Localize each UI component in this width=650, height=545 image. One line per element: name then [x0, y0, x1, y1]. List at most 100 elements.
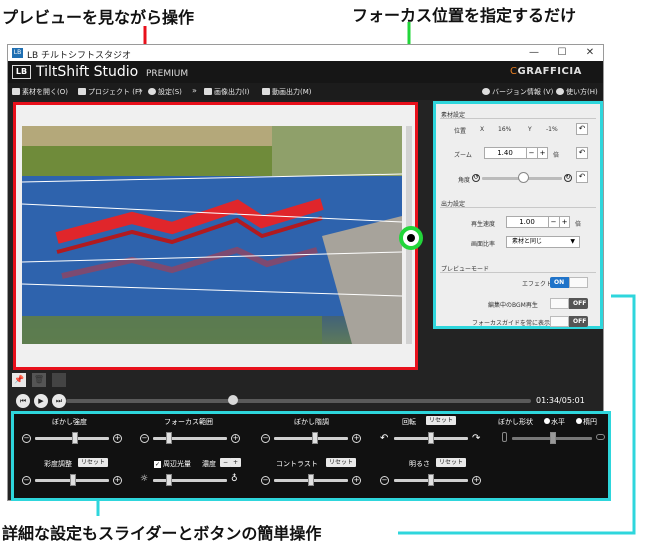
- menu-separator: »: [192, 86, 197, 95]
- saturation-reset-button[interactable]: リセット: [78, 458, 109, 467]
- help-icon: [556, 88, 564, 95]
- timeline-track[interactable]: [66, 399, 531, 403]
- blur-strength-plus-button[interactable]: +: [113, 434, 122, 443]
- blur-gradient-plus-button[interactable]: +: [352, 434, 361, 443]
- brightness-thumb[interactable]: [428, 474, 434, 486]
- window-title: LB チルトシフトスタジオ: [27, 51, 132, 61]
- zoom-reset-icon[interactable]: ↶: [576, 147, 588, 159]
- play-button[interactable]: ▶: [34, 394, 48, 408]
- blur-gradient-minus-button[interactable]: −: [261, 434, 270, 443]
- zoom-label: ズーム: [454, 152, 472, 159]
- saturation-thumb[interactable]: [70, 474, 76, 486]
- scene-foreground: [22, 316, 322, 344]
- brightness-reset-button[interactable]: リセット: [436, 458, 467, 467]
- menu-bar: 素材を開く(O) プロジェクト (F) » 設定(S) » 画像出力(I) 動画…: [8, 83, 603, 100]
- maximize-button[interactable]: ☐: [551, 46, 573, 60]
- menu-open-material[interactable]: 素材を開く(O): [12, 87, 68, 97]
- blur-gradient-slider[interactable]: [274, 437, 348, 440]
- contrast-minus-button[interactable]: −: [261, 476, 270, 485]
- rotation-reset-button[interactable]: リセット: [426, 416, 457, 425]
- menu-image-output[interactable]: 画像出力(I): [204, 87, 250, 97]
- skip-forward-button[interactable]: ⏭: [52, 394, 66, 408]
- rotate-ccw-icon[interactable]: ↶: [380, 433, 388, 444]
- shape-horizontal-radio[interactable]: 水平: [544, 417, 565, 427]
- brightness-minus-button[interactable]: −: [380, 476, 389, 485]
- angle-slider-thumb[interactable]: [518, 172, 529, 183]
- rotation-thumb[interactable]: [428, 432, 434, 444]
- tool-row: 📌 🗑: [12, 373, 82, 387]
- menu-open-label: 素材を開く(O): [22, 88, 68, 96]
- menu-version-info[interactable]: バージョン情報 (V): [482, 87, 553, 97]
- brightness-plus-button[interactable]: +: [472, 476, 481, 485]
- blur-strength-thumb[interactable]: [72, 432, 78, 444]
- saturation-plus-button[interactable]: +: [113, 476, 122, 485]
- blur-shape-label: ぼかし形状: [498, 418, 533, 426]
- focus-range-plus-button[interactable]: +: [231, 434, 240, 443]
- brand-name: TiltShift Studio: [36, 64, 139, 80]
- focus-point-handle[interactable]: [399, 226, 423, 250]
- grafficia-logo: CGRAFFICIA: [510, 66, 582, 77]
- vignette-slider[interactable]: [153, 479, 227, 482]
- focus-range-slider[interactable]: [153, 437, 227, 440]
- zoom-minus-button[interactable]: −: [526, 148, 536, 158]
- focus-guide-toggle[interactable]: OFF: [550, 316, 588, 327]
- effect-toggle-knob: [569, 277, 588, 288]
- contrast-reset-button[interactable]: リセット: [326, 458, 357, 467]
- focus-range-minus-button[interactable]: −: [140, 434, 149, 443]
- extra-tool-button[interactable]: [52, 373, 66, 387]
- preview-area[interactable]: [13, 102, 418, 370]
- aspect-ratio-label: 画面比率: [471, 241, 496, 248]
- blur-gradient-thumb[interactable]: [312, 432, 318, 444]
- zoom-stepper[interactable]: 1.40 − +: [484, 147, 548, 159]
- focus-point-dot: [407, 234, 415, 242]
- bgm-toggle[interactable]: OFF: [550, 298, 588, 309]
- menu-separator: »: [138, 86, 143, 95]
- rotate-right-icon[interactable]: ↻: [564, 174, 572, 182]
- position-label: 位置: [454, 128, 467, 135]
- angle-label: 角度: [458, 177, 471, 184]
- focus-range-thumb[interactable]: [166, 432, 172, 444]
- speed-plus-button[interactable]: +: [559, 217, 569, 227]
- delete-button[interactable]: 🗑: [32, 373, 46, 387]
- brand-bar: LB TiltShift Studio PREMIUM CGRAFFICIA: [8, 61, 603, 83]
- close-button[interactable]: ✕: [579, 46, 601, 60]
- brand-lb-logo: LB: [12, 65, 31, 79]
- vignette-thumb[interactable]: [166, 474, 172, 486]
- timeline-playhead[interactable]: [228, 395, 239, 405]
- bgm-toggle-state: OFF: [573, 300, 587, 307]
- skip-back-button[interactable]: ⏮: [16, 394, 30, 408]
- shape-horizontal-label: 水平: [551, 418, 565, 426]
- contrast-plus-button[interactable]: +: [352, 476, 361, 485]
- position-y-value: -1%: [546, 126, 558, 133]
- minimize-button[interactable]: —: [523, 46, 545, 60]
- position-reset-icon[interactable]: ↶: [576, 123, 588, 135]
- vignette-density-plus-button[interactable]: +: [230, 458, 242, 467]
- speed-minus-button[interactable]: −: [548, 217, 558, 227]
- menu-help[interactable]: 使い方(H): [556, 87, 598, 97]
- rotate-left-icon[interactable]: ↺: [472, 174, 480, 182]
- blur-strength-minus-button[interactable]: −: [22, 434, 31, 443]
- chevron-down-icon: ▼: [570, 238, 575, 245]
- blur-shape-thumb[interactable]: [550, 432, 556, 444]
- saturation-label: 彩度調整: [44, 460, 72, 468]
- effect-toggle[interactable]: ON: [550, 277, 588, 288]
- blur-gradient-label: ぼかし階調: [294, 418, 329, 426]
- shape-wide-icon: [596, 434, 605, 440]
- menu-video-output-label: 動画出力(M): [272, 88, 312, 96]
- menu-video-output[interactable]: 動画出力(M): [262, 87, 312, 97]
- preview-image[interactable]: [22, 126, 402, 344]
- angle-reset-icon[interactable]: ↶: [576, 171, 588, 183]
- menu-settings[interactable]: 設定(S): [148, 87, 182, 97]
- rotate-cw-icon[interactable]: ↷: [472, 433, 480, 444]
- playback-speed-stepper[interactable]: 1.00 − +: [506, 216, 570, 228]
- aspect-ratio-select[interactable]: 素材と同じ ▼: [506, 236, 580, 248]
- menu-project[interactable]: プロジェクト (F): [78, 87, 142, 97]
- contrast-thumb[interactable]: [308, 474, 314, 486]
- zoom-plus-button[interactable]: +: [537, 148, 547, 158]
- app-icon: LB: [12, 48, 23, 58]
- saturation-minus-button[interactable]: −: [22, 476, 31, 485]
- vignette-checkbox[interactable]: ✓ 周辺光量: [154, 459, 191, 469]
- menu-image-output-label: 画像出力(I): [214, 88, 250, 96]
- shape-ellipse-radio[interactable]: 楕円: [576, 417, 597, 427]
- pin-button[interactable]: 📌: [12, 373, 26, 387]
